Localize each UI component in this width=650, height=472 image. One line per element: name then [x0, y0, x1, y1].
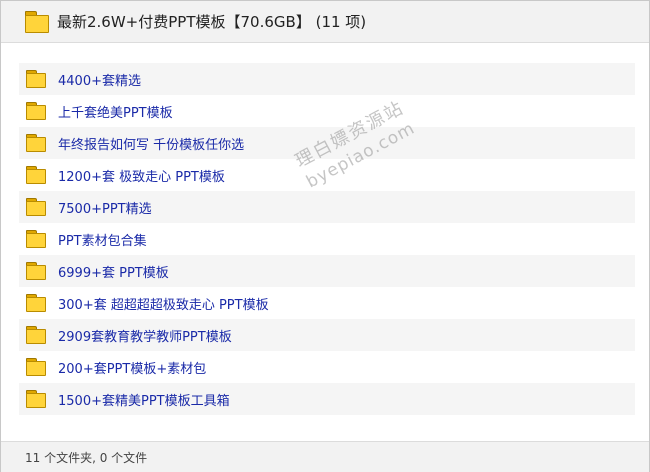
list-item[interactable]: 1200+套 极致走心 PPT模板: [19, 159, 635, 191]
folder-icon: [26, 134, 46, 152]
folder-title: 最新2.6W+付费PPT模板【70.6GB】 (11 项): [57, 13, 367, 31]
folder-icon: [26, 198, 46, 216]
folder-icon: [26, 390, 46, 408]
folder-link[interactable]: 200+套PPT模板+素材包: [58, 358, 206, 377]
folder-link[interactable]: 7500+PPT精选: [58, 198, 152, 217]
list-item[interactable]: 1500+套精美PPT模板工具箱: [19, 383, 635, 415]
folder-link[interactable]: 4400+套精选: [58, 70, 141, 89]
folder-link[interactable]: 6999+套 PPT模板: [58, 262, 169, 281]
folder-link[interactable]: 上千套绝美PPT模板: [58, 102, 173, 121]
folder-icon: [26, 326, 46, 344]
folder-icon: [26, 294, 46, 312]
folder-link[interactable]: 1200+套 极致走心 PPT模板: [58, 166, 225, 185]
folder-icon: [26, 102, 46, 120]
list-item[interactable]: 4400+套精选: [19, 63, 635, 95]
folder-icon: [26, 358, 46, 376]
list-item[interactable]: 7500+PPT精选: [19, 191, 635, 223]
list-item[interactable]: 2909套教育教学教师PPT模板: [19, 319, 635, 351]
file-browser-window: 最新2.6W+付费PPT模板【70.6GB】 (11 项) 4400+套精选 上…: [0, 0, 650, 472]
folder-icon: [25, 10, 49, 33]
folder-icon: [26, 70, 46, 88]
list-item[interactable]: 6999+套 PPT模板: [19, 255, 635, 287]
folder-link[interactable]: PPT素材包合集: [58, 230, 147, 249]
folder-list: 4400+套精选 上千套绝美PPT模板 年终报告如何写 千份模板任你选 1200…: [19, 63, 635, 415]
folder-count-status: 11 个文件夹, 0 个文件: [25, 450, 148, 465]
folder-link[interactable]: 2909套教育教学教师PPT模板: [58, 326, 232, 345]
folder-icon: [26, 262, 46, 280]
folder-link[interactable]: 年终报告如何写 千份模板任你选: [58, 134, 244, 153]
folder-link[interactable]: 300+套 超超超超极致走心 PPT模板: [58, 294, 269, 313]
list-item[interactable]: PPT素材包合集: [19, 223, 635, 255]
list-item[interactable]: 200+套PPT模板+素材包: [19, 351, 635, 383]
list-item[interactable]: 年终报告如何写 千份模板任你选: [19, 127, 635, 159]
folder-icon: [26, 230, 46, 248]
folder-header: 最新2.6W+付费PPT模板【70.6GB】 (11 项): [1, 1, 649, 43]
status-bar: 11 个文件夹, 0 个文件: [1, 441, 649, 472]
list-item[interactable]: 上千套绝美PPT模板: [19, 95, 635, 127]
folder-icon: [26, 166, 46, 184]
folder-link[interactable]: 1500+套精美PPT模板工具箱: [58, 390, 230, 409]
list-item[interactable]: 300+套 超超超超极致走心 PPT模板: [19, 287, 635, 319]
